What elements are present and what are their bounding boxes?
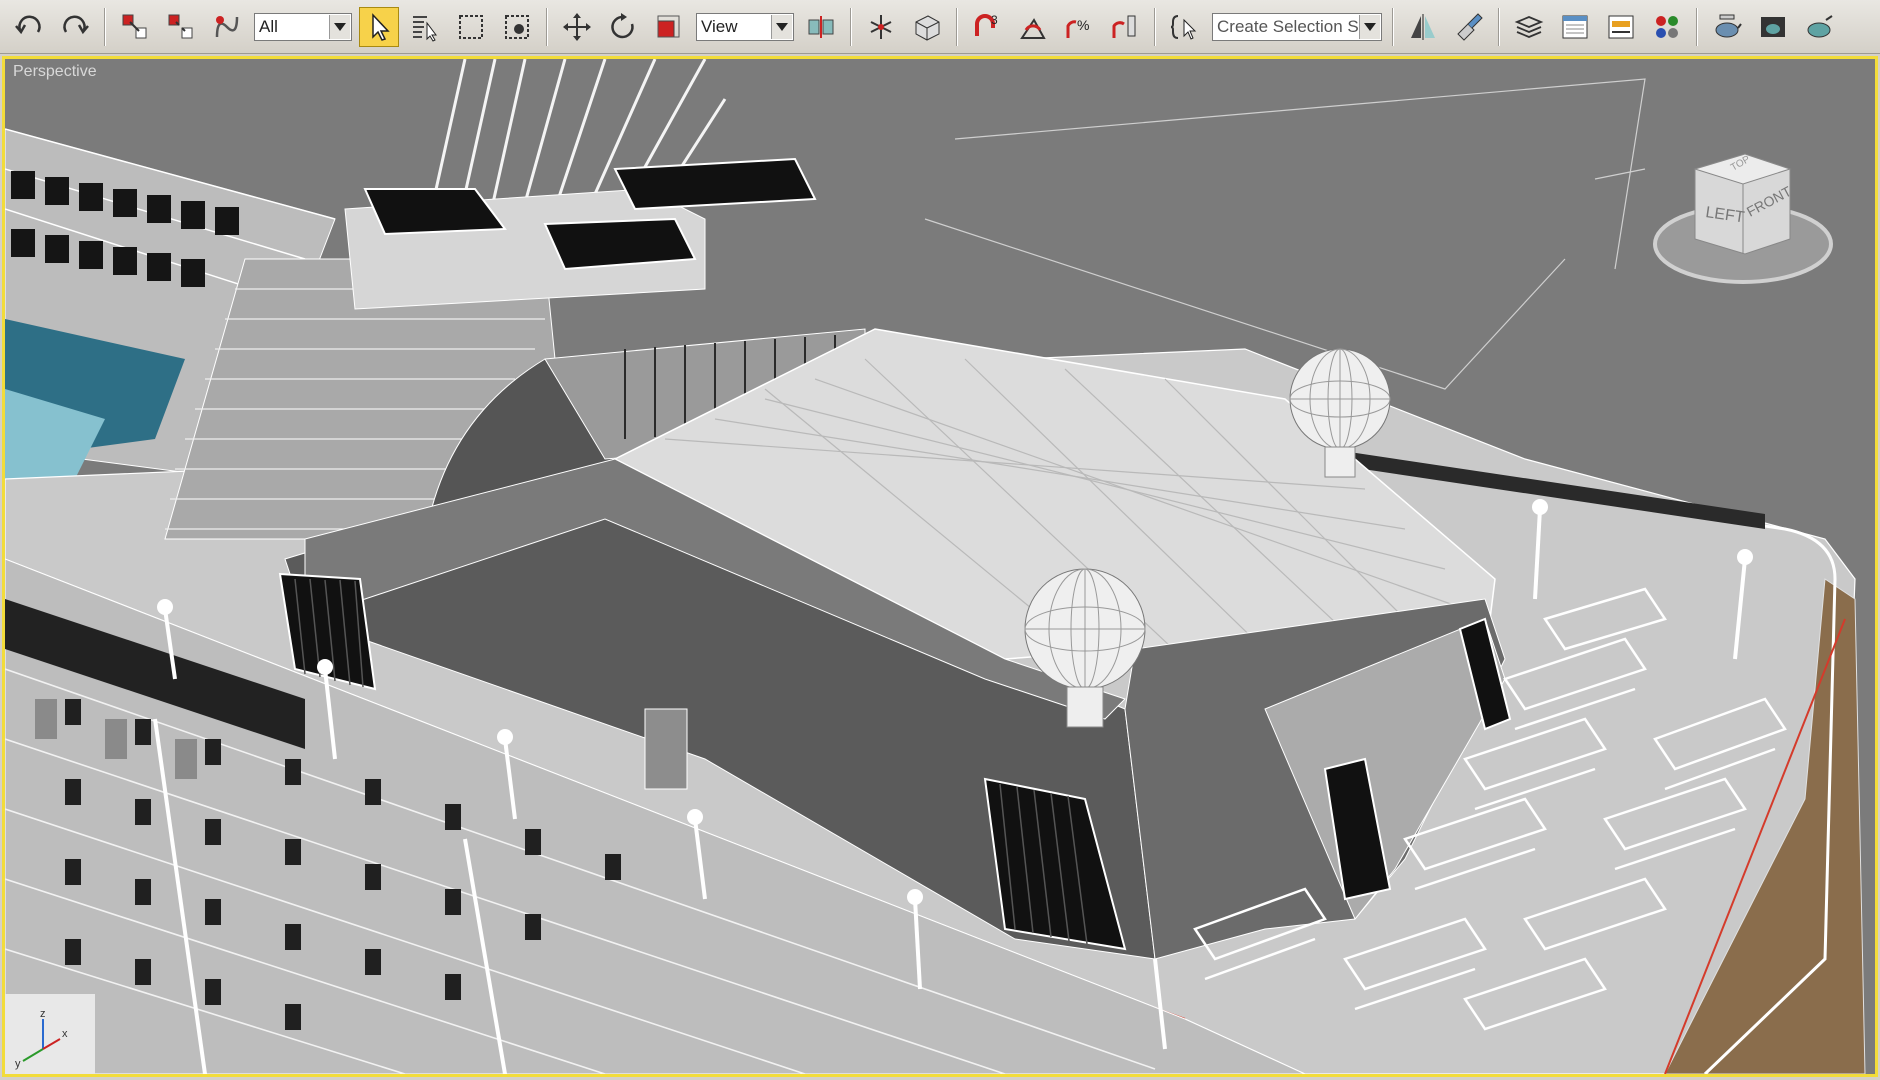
render-production-icon — [1807, 14, 1833, 37]
render-setup-icon — [1761, 16, 1785, 37]
percent-snap-button[interactable]: % — [1059, 7, 1099, 47]
percent-snap-icon: % — [1066, 17, 1089, 38]
keyboard-shortcut-override-button[interactable] — [907, 7, 947, 47]
layer-manager-icon — [1514, 15, 1544, 38]
angle-snap-button[interactable] — [1013, 7, 1053, 47]
axis-y-label: y — [15, 1058, 21, 1070]
mirror-button[interactable] — [1403, 7, 1443, 47]
coordinate-system-value: View — [701, 16, 738, 36]
select-by-name-icon — [413, 15, 437, 42]
select-and-move-button[interactable] — [557, 7, 597, 47]
angle-snap-icon — [1020, 17, 1046, 39]
snaps-toggle-icon: 3 — [975, 13, 998, 36]
chevron-down-icon — [329, 14, 350, 39]
ship-deck-wireframe-scene: LEFT FRONT TOP z x y — [5, 59, 1875, 1074]
toolbar-separator — [956, 7, 958, 46]
perspective-viewport[interactable]: LEFT FRONT TOP z x y Perspective — [2, 56, 1878, 1077]
reference-coordinate-system-dropdown[interactable]: View — [696, 12, 794, 41]
graphite-ribbon-icon — [1562, 15, 1588, 38]
mirror-icon — [1411, 13, 1435, 40]
material-editor-button[interactable] — [1707, 7, 1747, 47]
pivot-center-icon — [808, 15, 834, 38]
snap-dimension-label: 3 — [991, 13, 998, 27]
schematic-view-icon — [1656, 15, 1678, 38]
layer-manager-button[interactable] — [1509, 7, 1549, 47]
spinner-snap-icon — [1112, 15, 1136, 38]
toolbar-separator — [546, 7, 548, 46]
render-setup-button[interactable] — [1753, 7, 1793, 47]
rectangular-selection-button[interactable] — [451, 7, 491, 47]
undo-button[interactable] — [9, 7, 49, 47]
edit-named-selection-button[interactable] — [1165, 7, 1205, 47]
percent-label: % — [1077, 17, 1089, 33]
align-button[interactable] — [1449, 7, 1489, 47]
material-editor-icon — [1715, 14, 1742, 37]
axis-x-label: x — [62, 1028, 68, 1040]
chevron-down-icon — [1359, 14, 1380, 39]
viewport-label[interactable]: Perspective — [13, 63, 97, 81]
toolbar-separator — [1392, 7, 1394, 46]
toolbar-separator — [1696, 7, 1698, 46]
redo-icon — [63, 15, 89, 34]
undo-icon — [15, 15, 41, 34]
redo-button[interactable] — [55, 7, 95, 47]
unlink-selection-icon — [168, 14, 193, 38]
edit-named-selection-icon — [1170, 14, 1197, 40]
window-crossing-icon — [505, 14, 529, 39]
axis-tripod-icon: z x y — [5, 994, 95, 1074]
select-and-manipulate-icon — [870, 14, 892, 39]
select-and-scale-icon — [657, 15, 680, 37]
snaps-toggle-button[interactable]: 3 — [967, 7, 1007, 47]
select-and-manipulate-button[interactable] — [861, 7, 901, 47]
bind-to-space-warp-button[interactable] — [207, 7, 247, 47]
main-toolbar: All View 3 % Create Selection Set — [0, 0, 1880, 54]
unlink-selection-button[interactable] — [161, 7, 201, 47]
named-selection-sets-dropdown[interactable]: Create Selection Set — [1212, 12, 1382, 41]
select-and-link-icon — [122, 14, 147, 38]
select-and-scale-button[interactable] — [649, 7, 689, 47]
toolbar-separator — [104, 7, 106, 46]
selection-filter-dropdown[interactable]: All — [254, 12, 352, 41]
toolbar-separator — [1498, 7, 1500, 46]
toolbar-separator — [850, 7, 852, 46]
selection-filter-value: All — [259, 16, 278, 36]
select-and-rotate-button[interactable] — [603, 7, 643, 47]
align-icon — [1457, 12, 1483, 41]
axis-z-label: z — [40, 1008, 46, 1020]
pivot-center-button[interactable] — [801, 7, 841, 47]
toolbar-separator — [1154, 7, 1156, 46]
select-by-name-button[interactable] — [405, 7, 445, 47]
select-and-link-button[interactable] — [115, 7, 155, 47]
keyboard-shortcut-override-icon — [915, 14, 940, 41]
spinner-snap-button[interactable] — [1105, 7, 1145, 47]
graphite-ribbon-button[interactable] — [1555, 7, 1595, 47]
chevron-down-icon — [771, 14, 792, 39]
select-object-icon — [372, 12, 390, 41]
schematic-view-button[interactable] — [1647, 7, 1687, 47]
window-crossing-button[interactable] — [497, 7, 537, 47]
bind-to-space-warp-icon — [215, 15, 239, 37]
curve-editor-button[interactable] — [1601, 7, 1641, 47]
rectangular-selection-icon — [459, 14, 483, 39]
select-and-rotate-icon — [611, 12, 634, 38]
named-selection-sets-value: Create Selection Set — [1217, 16, 1373, 36]
select-object-button[interactable] — [359, 6, 399, 47]
select-and-move-icon — [563, 12, 591, 41]
render-production-button[interactable] — [1799, 7, 1839, 47]
curve-editor-icon — [1608, 15, 1634, 38]
